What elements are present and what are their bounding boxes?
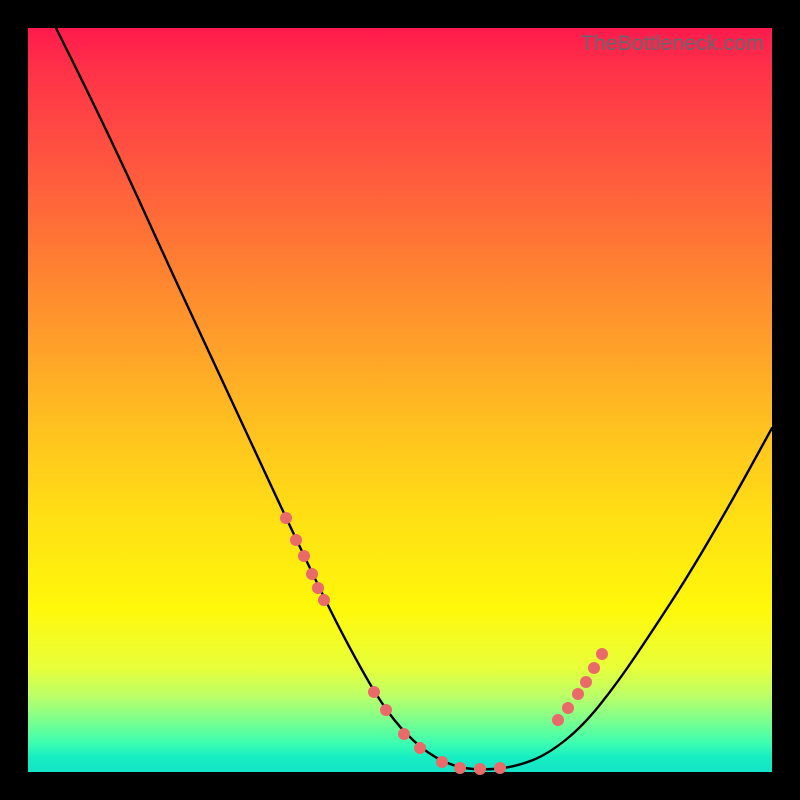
- highlight-dot: [380, 704, 392, 716]
- highlight-dot: [580, 676, 592, 688]
- highlight-dot: [596, 648, 608, 660]
- highlight-dot: [318, 594, 330, 606]
- chart-outer-frame: TheBottleneck.com: [0, 0, 800, 800]
- highlight-dot: [368, 686, 380, 698]
- highlight-dot: [572, 688, 584, 700]
- highlight-dot: [454, 762, 466, 774]
- highlight-dot: [474, 763, 486, 775]
- highlight-dot: [306, 568, 318, 580]
- highlight-dot: [588, 662, 600, 674]
- highlight-dot: [298, 550, 310, 562]
- highlight-dot: [414, 742, 426, 754]
- highlight-dot: [290, 534, 302, 546]
- highlight-dot: [312, 582, 324, 594]
- highlight-dot: [562, 702, 574, 714]
- highlight-dot: [552, 714, 564, 726]
- bottleneck-curve: [28, 28, 772, 772]
- highlight-dot: [398, 728, 410, 740]
- highlight-dot: [494, 762, 506, 774]
- highlight-dot: [436, 756, 448, 768]
- highlight-dot: [280, 512, 292, 524]
- chart-plot-area: TheBottleneck.com: [28, 28, 772, 772]
